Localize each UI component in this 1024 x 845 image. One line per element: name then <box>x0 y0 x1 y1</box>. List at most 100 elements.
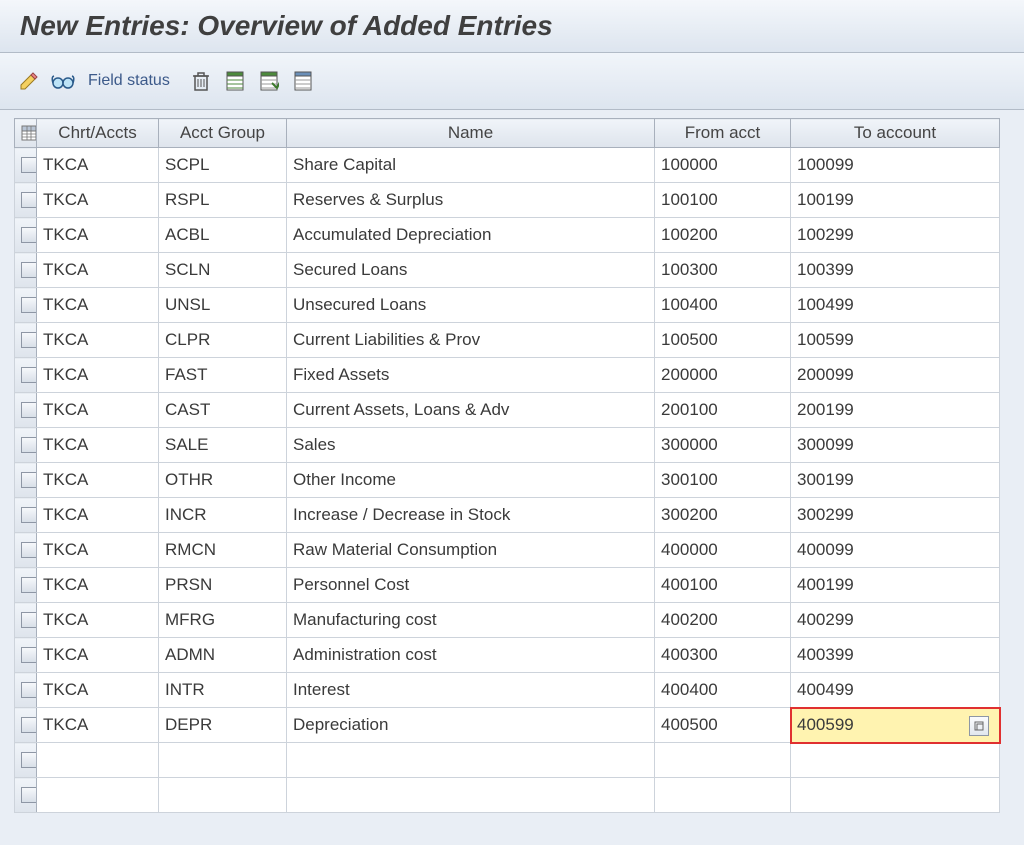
cell-from[interactable]: 300200 <box>655 498 791 533</box>
field-status-label[interactable]: Field status <box>88 72 170 90</box>
cell-to[interactable]: 400499 <box>791 673 1000 708</box>
toggle-change-button[interactable] <box>16 68 42 94</box>
cell-from[interactable] <box>655 743 791 778</box>
cell-chart[interactable]: TKCA <box>37 288 159 323</box>
row-selector[interactable] <box>15 218 37 253</box>
cell-to[interactable] <box>791 743 1000 778</box>
cell-chart[interactable]: TKCA <box>37 638 159 673</box>
cell-to[interactable]: 300299 <box>791 498 1000 533</box>
cell-from[interactable]: 100000 <box>655 148 791 183</box>
cell-group[interactable]: INCR <box>159 498 287 533</box>
select-all-button[interactable] <box>222 68 248 94</box>
cell-to[interactable]: 100499 <box>791 288 1000 323</box>
cell-from[interactable]: 400400 <box>655 673 791 708</box>
cell-name[interactable]: Share Capital <box>287 148 655 183</box>
cell-from[interactable]: 400200 <box>655 603 791 638</box>
row-selector[interactable] <box>15 463 37 498</box>
cell-name[interactable] <box>287 778 655 813</box>
cell-group[interactable]: MFRG <box>159 603 287 638</box>
search-help-button[interactable] <box>969 716 989 736</box>
cell-chart[interactable]: TKCA <box>37 708 159 743</box>
cell-from[interactable]: 400100 <box>655 568 791 603</box>
cell-chart[interactable]: TKCA <box>37 533 159 568</box>
cell-group[interactable]: SALE <box>159 428 287 463</box>
row-selector[interactable] <box>15 253 37 288</box>
row-selector[interactable] <box>15 358 37 393</box>
cell-name[interactable]: Sales <box>287 428 655 463</box>
row-selector[interactable] <box>15 498 37 533</box>
cell-group[interactable]: UNSL <box>159 288 287 323</box>
cell-from[interactable]: 300100 <box>655 463 791 498</box>
cell-group[interactable]: RMCN <box>159 533 287 568</box>
cell-group[interactable]: SCPL <box>159 148 287 183</box>
cell-to[interactable]: 400399 <box>791 638 1000 673</box>
row-selector[interactable] <box>15 673 37 708</box>
cell-to[interactable]: 100099 <box>791 148 1000 183</box>
col-header-name[interactable]: Name <box>287 119 655 148</box>
table-settings-button[interactable] <box>15 119 37 148</box>
cell-from[interactable]: 100300 <box>655 253 791 288</box>
cell-group[interactable] <box>159 743 287 778</box>
cell-to[interactable]: 400199 <box>791 568 1000 603</box>
cell-group[interactable]: PRSN <box>159 568 287 603</box>
cell-group[interactable] <box>159 778 287 813</box>
cell-from[interactable]: 300000 <box>655 428 791 463</box>
col-header-to[interactable]: To account <box>791 119 1000 148</box>
cell-group[interactable]: CAST <box>159 393 287 428</box>
cell-chart[interactable]: TKCA <box>37 183 159 218</box>
cell-chart[interactable]: TKCA <box>37 358 159 393</box>
cell-name[interactable]: Accumulated Depreciation <box>287 218 655 253</box>
row-selector[interactable] <box>15 708 37 743</box>
cell-from[interactable]: 100200 <box>655 218 791 253</box>
delete-button[interactable] <box>188 68 214 94</box>
row-selector[interactable] <box>15 603 37 638</box>
cell-name[interactable]: Personnel Cost <box>287 568 655 603</box>
cell-from[interactable]: 100100 <box>655 183 791 218</box>
row-selector[interactable] <box>15 393 37 428</box>
cell-from[interactable]: 100500 <box>655 323 791 358</box>
cell-name[interactable]: Current Assets, Loans & Adv <box>287 393 655 428</box>
cell-name[interactable]: Interest <box>287 673 655 708</box>
field-status-button[interactable] <box>50 68 76 94</box>
cell-to[interactable]: 200199 <box>791 393 1000 428</box>
cell-group[interactable]: OTHR <box>159 463 287 498</box>
cell-group[interactable]: FAST <box>159 358 287 393</box>
cell-to[interactable]: 100399 <box>791 253 1000 288</box>
cell-name[interactable]: Manufacturing cost <box>287 603 655 638</box>
cell-to[interactable]: 300099 <box>791 428 1000 463</box>
cell-to[interactable]: 100199 <box>791 183 1000 218</box>
select-block-button[interactable] <box>256 68 282 94</box>
cell-name[interactable]: Other Income <box>287 463 655 498</box>
col-header-group[interactable]: Acct Group <box>159 119 287 148</box>
cell-group[interactable]: DEPR <box>159 708 287 743</box>
cell-chart[interactable] <box>37 778 159 813</box>
cell-name[interactable] <box>287 743 655 778</box>
cell-group[interactable]: CLPR <box>159 323 287 358</box>
cell-from[interactable]: 400300 <box>655 638 791 673</box>
row-selector[interactable] <box>15 148 37 183</box>
col-header-from[interactable]: From acct <box>655 119 791 148</box>
row-selector[interactable] <box>15 568 37 603</box>
cell-group[interactable]: RSPL <box>159 183 287 218</box>
cell-chart[interactable]: TKCA <box>37 428 159 463</box>
cell-group[interactable]: INTR <box>159 673 287 708</box>
col-header-chart[interactable]: Chrt/Accts <box>37 119 159 148</box>
row-selector[interactable] <box>15 533 37 568</box>
cell-from[interactable]: 400000 <box>655 533 791 568</box>
row-selector[interactable] <box>15 288 37 323</box>
cell-chart[interactable]: TKCA <box>37 498 159 533</box>
cell-to[interactable]: 400299 <box>791 603 1000 638</box>
cell-name[interactable]: Fixed Assets <box>287 358 655 393</box>
cell-to[interactable]: 400599 <box>791 708 1000 743</box>
cell-chart[interactable]: TKCA <box>37 603 159 638</box>
row-selector[interactable] <box>15 428 37 463</box>
cell-to[interactable]: 100599 <box>791 323 1000 358</box>
cell-from[interactable]: 200100 <box>655 393 791 428</box>
cell-group[interactable]: ACBL <box>159 218 287 253</box>
cell-group[interactable]: SCLN <box>159 253 287 288</box>
cell-chart[interactable]: TKCA <box>37 323 159 358</box>
row-selector[interactable] <box>15 638 37 673</box>
cell-chart[interactable]: TKCA <box>37 393 159 428</box>
cell-name[interactable]: Depreciation <box>287 708 655 743</box>
cell-from[interactable]: 200000 <box>655 358 791 393</box>
